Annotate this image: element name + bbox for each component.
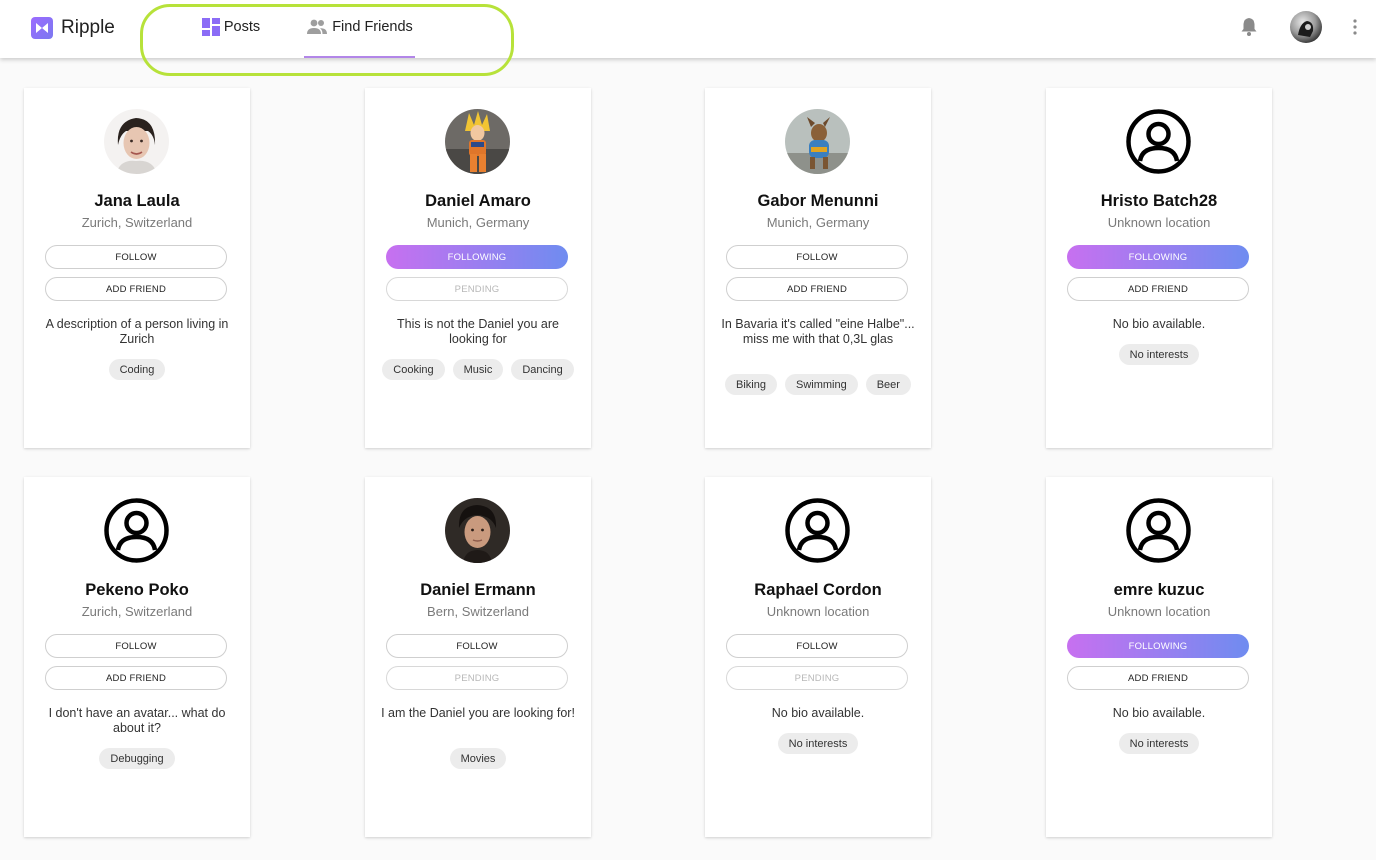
follow-button[interactable]: FOLLOW <box>45 634 227 658</box>
default-avatar-icon[interactable] <box>1126 498 1191 563</box>
user-bio: I don't have an avatar... what do about … <box>48 706 226 735</box>
interest-chips: Movies <box>373 748 583 769</box>
user-location: Unknown location <box>766 604 870 619</box>
add-friend-button[interactable]: ADD FRIEND <box>1067 277 1249 301</box>
user-bio: In Bavaria it's called "eine Halbe"... m… <box>721 317 915 346</box>
interest-chips: Cooking Music Dancing <box>373 359 583 380</box>
top-app-bar: Ripple Posts Find Friends <box>0 0 1376 58</box>
pending-button[interactable]: PENDING <box>386 277 568 301</box>
user-name: Gabor Menunni <box>757 192 879 210</box>
default-avatar-icon[interactable] <box>104 498 169 563</box>
user-bio: A description of a person living in Zuri… <box>45 317 229 346</box>
tab-find-friends[interactable]: Find Friends <box>304 0 415 56</box>
interest-chip: No interests <box>1118 733 1200 754</box>
user-location: Unknown location <box>1107 215 1211 230</box>
user-name: Hristo Batch28 <box>1100 192 1218 210</box>
interest-chip[interactable]: Movies <box>449 748 507 769</box>
people-icon <box>306 19 328 35</box>
user-location: Munich, Germany <box>766 215 870 230</box>
user-location: Bern, Switzerland <box>427 604 529 619</box>
tab-label: Posts <box>223 19 261 35</box>
add-friend-button[interactable]: ADD FRIEND <box>45 277 227 301</box>
interest-chip: No interests <box>1118 344 1200 365</box>
avatar[interactable] <box>785 109 850 174</box>
user-bio: This is not the Daniel you are looking f… <box>397 317 559 346</box>
follow-button[interactable]: FOLLOW <box>45 245 227 269</box>
user-card: Pekeno Poko Zurich, Switzerland FOLLOW A… <box>24 477 250 837</box>
interest-chips: Biking Swimming Beer <box>713 374 923 395</box>
add-friend-button[interactable]: ADD FRIEND <box>726 277 908 301</box>
user-card: Daniel Ermann Bern, Switzerland FOLLOW P… <box>365 477 591 837</box>
ripple-logo-icon <box>31 17 53 39</box>
tab-posts[interactable]: Posts <box>198 0 264 56</box>
user-name: Daniel Amaro <box>425 192 531 210</box>
interest-chip[interactable]: Dancing <box>511 359 574 380</box>
user-card: Hristo Batch28 Unknown location FOLLOWIN… <box>1046 88 1272 448</box>
user-avatar[interactable] <box>1290 11 1322 43</box>
user-card: Daniel Amaro Munich, Germany FOLLOWING P… <box>365 88 591 448</box>
default-avatar-icon[interactable] <box>785 498 850 563</box>
interest-chip[interactable]: Coding <box>108 359 166 380</box>
user-location: Zurich, Switzerland <box>81 604 193 619</box>
interest-chips: Coding <box>32 359 242 380</box>
interest-chip[interactable]: Swimming <box>784 374 858 395</box>
bell-icon[interactable] <box>1238 16 1260 38</box>
follow-button[interactable]: FOLLOW <box>726 245 908 269</box>
following-button[interactable]: FOLLOWING <box>1067 245 1249 269</box>
interest-chips: No interests <box>713 733 923 754</box>
interest-chip[interactable]: Music <box>452 359 504 380</box>
user-card: Gabor Menunni Munich, Germany FOLLOW ADD… <box>705 88 931 448</box>
active-tab-indicator <box>304 56 415 58</box>
interest-chip[interactable]: Beer <box>865 374 911 395</box>
interest-chip: No interests <box>777 733 859 754</box>
dashboard-icon <box>201 18 220 36</box>
user-card: Raphael Cordon Unknown location FOLLOW P… <box>705 477 931 837</box>
pending-button[interactable]: PENDING <box>386 666 568 690</box>
following-button[interactable]: FOLLOWING <box>1067 634 1249 658</box>
add-friend-button[interactable]: ADD FRIEND <box>45 666 227 690</box>
follow-button[interactable]: FOLLOW <box>726 634 908 658</box>
more-vert-icon[interactable] <box>1345 16 1365 38</box>
interest-chips: Debugging <box>32 748 242 769</box>
user-bio: No bio available. <box>771 706 865 720</box>
user-bio: I am the Daniel you are looking for! <box>381 706 575 720</box>
friends-grid: Jana Laula Zurich, Switzerland FOLLOW AD… <box>0 0 1376 860</box>
user-card: Jana Laula Zurich, Switzerland FOLLOW AD… <box>24 88 250 448</box>
follow-button[interactable]: FOLLOW <box>386 634 568 658</box>
interest-chip[interactable]: Debugging <box>99 748 175 769</box>
brand[interactable]: Ripple <box>31 16 115 40</box>
interest-chip[interactable]: Cooking <box>382 359 445 380</box>
interest-chip[interactable]: Biking <box>725 374 777 395</box>
tab-label: Find Friends <box>332 19 413 35</box>
user-location: Unknown location <box>1107 604 1211 619</box>
user-location: Munich, Germany <box>426 215 530 230</box>
user-location: Zurich, Switzerland <box>81 215 193 230</box>
user-name: Pekeno Poko <box>85 581 189 599</box>
user-name: Raphael Cordon <box>754 581 882 599</box>
default-avatar-icon[interactable] <box>1126 109 1191 174</box>
interest-chips: No interests <box>1054 344 1264 365</box>
user-bio: No bio available. <box>1112 317 1206 331</box>
user-name: Jana Laula <box>94 192 180 210</box>
app-name: Ripple <box>61 17 115 38</box>
user-bio: No bio available. <box>1112 706 1206 720</box>
add-friend-button[interactable]: ADD FRIEND <box>1067 666 1249 690</box>
avatar[interactable] <box>445 498 510 563</box>
pending-button[interactable]: PENDING <box>726 666 908 690</box>
interest-chips: No interests <box>1054 733 1264 754</box>
following-button[interactable]: FOLLOWING <box>386 245 568 269</box>
user-name: emre kuzuc <box>1113 581 1205 599</box>
avatar[interactable] <box>445 109 510 174</box>
avatar[interactable] <box>104 109 169 174</box>
user-name: Daniel Ermann <box>420 581 536 599</box>
user-card: emre kuzuc Unknown location FOLLOWING AD… <box>1046 477 1272 837</box>
